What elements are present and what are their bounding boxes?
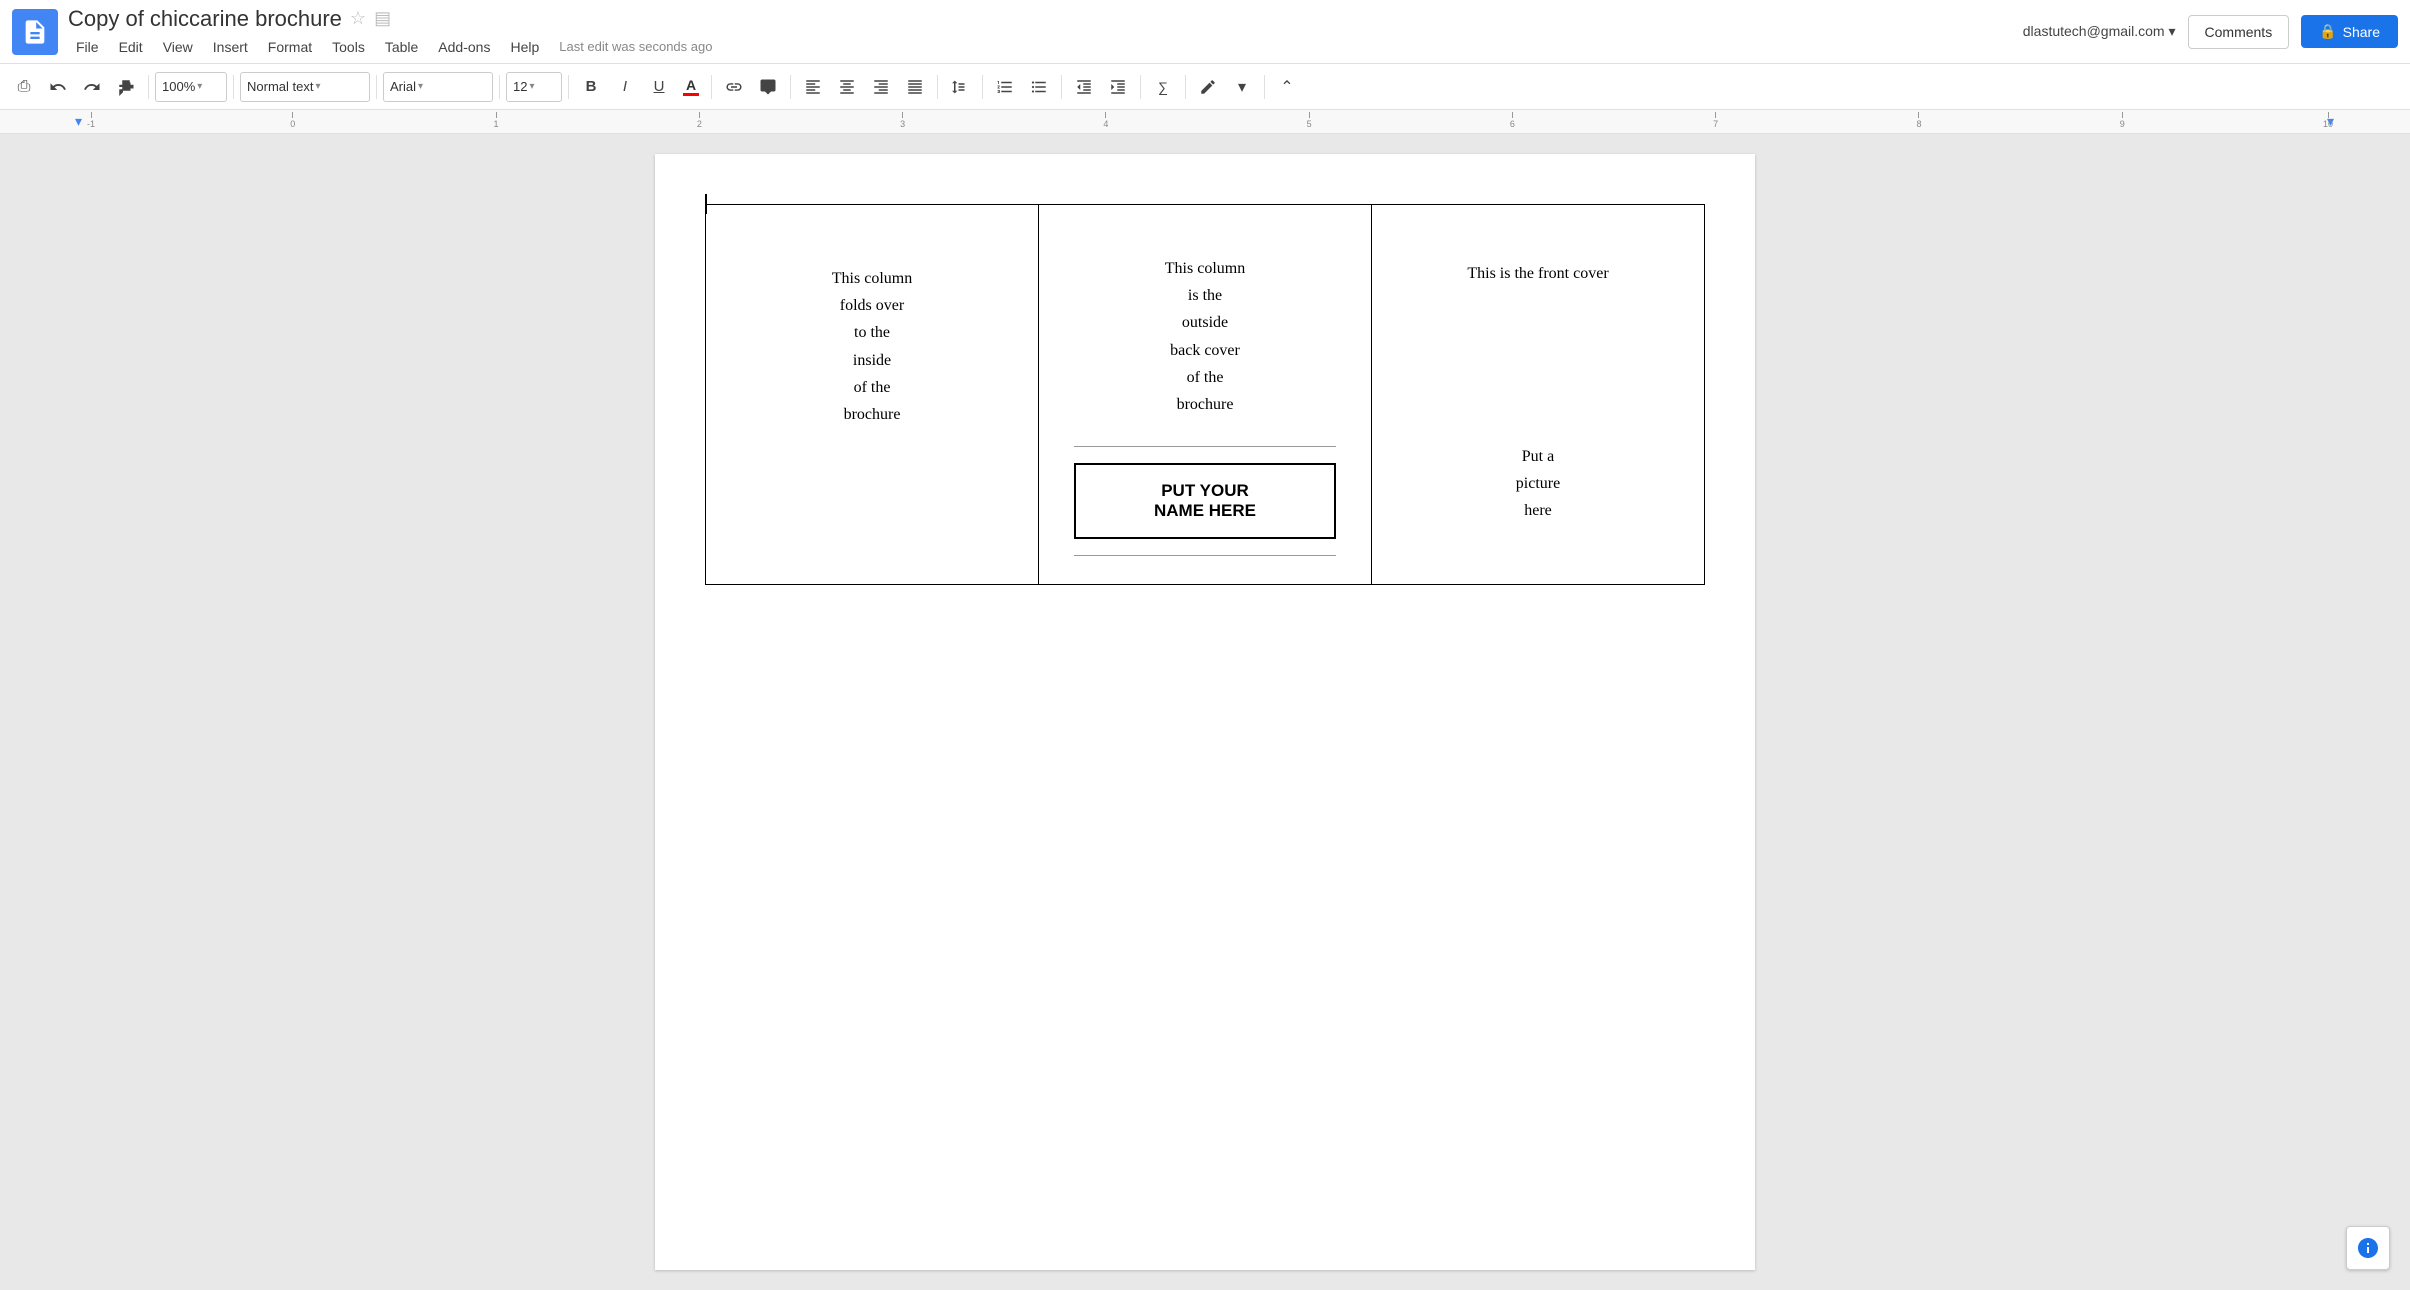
col2-content: This columnis theoutsideback coverof the… bbox=[1059, 225, 1351, 564]
bullet-list-button[interactable] bbox=[1023, 71, 1055, 103]
comment-button[interactable] bbox=[752, 71, 784, 103]
paint-format-button[interactable] bbox=[110, 71, 142, 103]
share-button[interactable]: 🔒 Share bbox=[2301, 15, 2398, 48]
align-left-button[interactable] bbox=[797, 71, 829, 103]
divider-12 bbox=[1185, 75, 1186, 99]
user-email[interactable]: dlastutech@gmail.com ▾ bbox=[2023, 23, 2176, 40]
folder-icon[interactable]: ▤ bbox=[374, 8, 391, 29]
col2-divider-bottom bbox=[1074, 555, 1337, 556]
lock-icon: 🔒 bbox=[2319, 23, 2336, 40]
numbered-list-button[interactable] bbox=[989, 71, 1021, 103]
app-icon bbox=[12, 9, 58, 55]
top-right: dlastutech@gmail.com ▾ Comments 🔒 Share bbox=[2023, 15, 2398, 49]
divider-6 bbox=[711, 75, 712, 99]
doc-title[interactable]: Copy of chiccarine brochure bbox=[68, 6, 342, 32]
zoom-select[interactable]: 100% ▾ bbox=[155, 72, 227, 102]
star-icon[interactable]: ☆ bbox=[350, 8, 366, 29]
table-cell-col3[interactable]: This is the front cover Put apicturehere bbox=[1372, 205, 1705, 585]
align-justify-button[interactable] bbox=[899, 71, 931, 103]
ruler-content: -1012345678910 bbox=[87, 110, 2323, 133]
divider-9 bbox=[982, 75, 983, 99]
menu-insert[interactable]: Insert bbox=[205, 36, 256, 58]
divider-5 bbox=[568, 75, 569, 99]
outdent-button[interactable] bbox=[1068, 71, 1100, 103]
line-spacing-button[interactable] bbox=[944, 71, 976, 103]
formula-button[interactable]: ∑ bbox=[1147, 71, 1179, 103]
underline-button[interactable]: U bbox=[643, 71, 675, 103]
assist-button[interactable] bbox=[2346, 1226, 2390, 1270]
menu-addons[interactable]: Add-ons bbox=[430, 36, 498, 58]
divider-11 bbox=[1140, 75, 1141, 99]
font-size-select[interactable]: 12 ▾ bbox=[506, 72, 562, 102]
text-cursor bbox=[705, 194, 707, 214]
menu-format[interactable]: Format bbox=[260, 36, 320, 58]
pen-button[interactable] bbox=[1192, 71, 1224, 103]
font-select[interactable]: Arial ▾ bbox=[383, 72, 493, 102]
menu-view[interactable]: View bbox=[155, 36, 201, 58]
menu-file[interactable]: File bbox=[68, 36, 107, 58]
doc-title-area: Copy of chiccarine brochure ☆ ▤ File Edi… bbox=[68, 6, 2023, 58]
link-button[interactable] bbox=[718, 71, 750, 103]
print-button[interactable]: ⎙ bbox=[8, 71, 40, 103]
align-center-button[interactable] bbox=[831, 71, 863, 103]
menu-help[interactable]: Help bbox=[502, 36, 547, 58]
align-right-button[interactable] bbox=[865, 71, 897, 103]
top-bar: Copy of chiccarine brochure ☆ ▤ File Edi… bbox=[0, 0, 2410, 64]
brochure-table: This columnfolds overto theinsideof theb… bbox=[705, 204, 1705, 585]
divider-13 bbox=[1264, 75, 1265, 99]
caret-btn[interactable]: ▾ bbox=[1226, 71, 1258, 103]
divider-1 bbox=[148, 75, 149, 99]
bold-button[interactable]: B bbox=[575, 71, 607, 103]
divider-8 bbox=[937, 75, 938, 99]
menu-tools[interactable]: Tools bbox=[324, 36, 373, 58]
comments-button[interactable]: Comments bbox=[2188, 15, 2290, 49]
divider-4 bbox=[499, 75, 500, 99]
page: This columnfolds overto theinsideof theb… bbox=[655, 154, 1755, 1270]
last-edit-status: Last edit was seconds ago bbox=[559, 39, 712, 54]
col2-top-text: This columnis theoutsideback coverof the… bbox=[1165, 225, 1245, 438]
col2-divider bbox=[1074, 446, 1337, 447]
document-area[interactable]: This columnfolds overto theinsideof theb… bbox=[0, 134, 2410, 1290]
col2-name-box[interactable]: PUT YOUR NAME HERE bbox=[1074, 463, 1337, 539]
divider-7 bbox=[790, 75, 791, 99]
undo-button[interactable] bbox=[42, 71, 74, 103]
color-bar bbox=[683, 93, 699, 96]
redo-button[interactable] bbox=[76, 71, 108, 103]
menu-bar: File Edit View Insert Format Tools Table… bbox=[68, 36, 2023, 58]
table-cell-col1[interactable]: This columnfolds overto theinsideof theb… bbox=[706, 205, 1039, 585]
divider-10 bbox=[1061, 75, 1062, 99]
divider-3 bbox=[376, 75, 377, 99]
indent-button[interactable] bbox=[1102, 71, 1134, 103]
ruler: ▾ -1012345678910 ▾ bbox=[0, 110, 2410, 134]
table-row: This columnfolds overto theinsideof theb… bbox=[706, 205, 1705, 585]
collapse-button[interactable]: ⌃ bbox=[1271, 71, 1303, 103]
text-color-button[interactable]: A bbox=[677, 76, 705, 98]
col1-text: This columnfolds overto theinsideof theb… bbox=[726, 225, 1018, 428]
col3-bottom-text: Put apicturehere bbox=[1392, 283, 1684, 525]
menu-edit[interactable]: Edit bbox=[111, 36, 151, 58]
italic-button[interactable]: I bbox=[609, 71, 641, 103]
ruler-tab-left: ▾ bbox=[75, 113, 83, 130]
style-select[interactable]: Normal text ▾ bbox=[240, 72, 370, 102]
doc-title-row: Copy of chiccarine brochure ☆ ▤ bbox=[68, 6, 2023, 32]
toolbar: ⎙ 100% ▾ Normal text ▾ Arial ▾ 12 ▾ B I … bbox=[0, 64, 2410, 110]
menu-table[interactable]: Table bbox=[377, 36, 426, 58]
col3-top-text: This is the front cover bbox=[1392, 225, 1684, 283]
table-cell-col2[interactable]: This columnis theoutsideback coverof the… bbox=[1039, 205, 1372, 585]
divider-2 bbox=[233, 75, 234, 99]
